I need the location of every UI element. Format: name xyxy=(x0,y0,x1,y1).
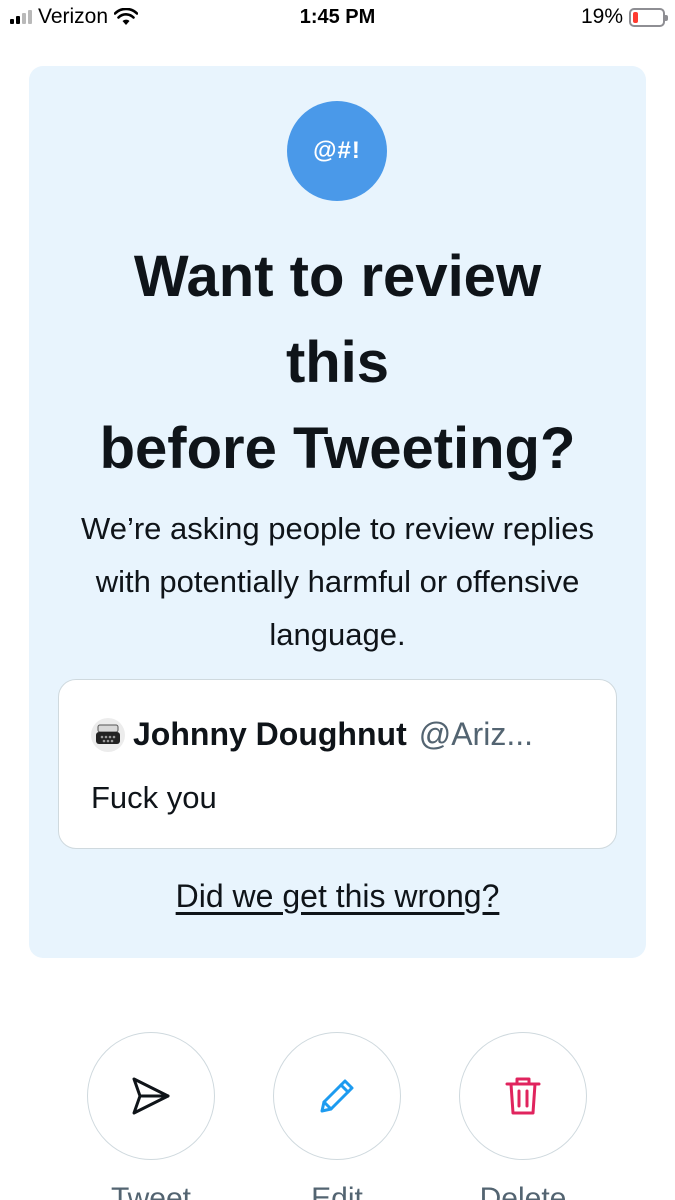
delete-action[interactable]: Delete xyxy=(459,1032,589,1200)
title-line: before Tweeting? xyxy=(99,416,576,481)
action-bar: Tweet Edit Delete xyxy=(0,1032,675,1200)
status-bar: Verizon 1:45 PM 19% xyxy=(0,0,675,40)
review-prompt-card: @#! Want to review this before Tweeting?… xyxy=(29,66,646,958)
tweet-action[interactable]: Tweet xyxy=(87,1032,217,1200)
tweet-button[interactable] xyxy=(87,1032,215,1160)
typewriter-icon xyxy=(96,724,120,744)
delete-button[interactable] xyxy=(459,1032,587,1160)
edit-button-label: Edit xyxy=(311,1182,363,1200)
tweet-preview: Johnny Doughnut @Ariz... Fuck you xyxy=(58,679,617,849)
feedback-link[interactable]: Did we get this wrong? xyxy=(29,878,646,915)
pencil-icon xyxy=(320,1079,354,1113)
title-line: this xyxy=(285,330,390,395)
review-tweet-screen: Verizon 1:45 PM 19% @#! Want to review t… xyxy=(0,0,675,1200)
battery-icon xyxy=(629,7,668,27)
battery-percent: 19% xyxy=(580,5,623,28)
tweet-author: Johnny Doughnut @Ariz... xyxy=(91,716,533,753)
avatar xyxy=(91,717,125,752)
author-handle: @Ariz... xyxy=(418,716,533,752)
status-right: 19% xyxy=(580,5,668,29)
prompt-title: Want to review this before Tweeting? xyxy=(29,234,646,492)
offensive-language-badge: @#! xyxy=(287,101,387,201)
send-icon xyxy=(132,1077,170,1115)
title-line: Want to review xyxy=(133,244,542,309)
author-display-name: Johnny Doughnut xyxy=(133,716,407,752)
delete-button-label: Delete xyxy=(479,1182,567,1200)
edit-button[interactable] xyxy=(273,1032,401,1160)
status-time: 1:45 PM xyxy=(299,6,376,28)
battery-level xyxy=(633,11,638,23)
trash-icon xyxy=(505,1077,541,1115)
prompt-description: We’re asking people to review replies wi… xyxy=(81,511,594,652)
tweet-button-label: Tweet xyxy=(110,1182,192,1200)
tweet-text: Fuck you xyxy=(91,780,217,815)
edit-action[interactable]: Edit xyxy=(273,1032,403,1200)
